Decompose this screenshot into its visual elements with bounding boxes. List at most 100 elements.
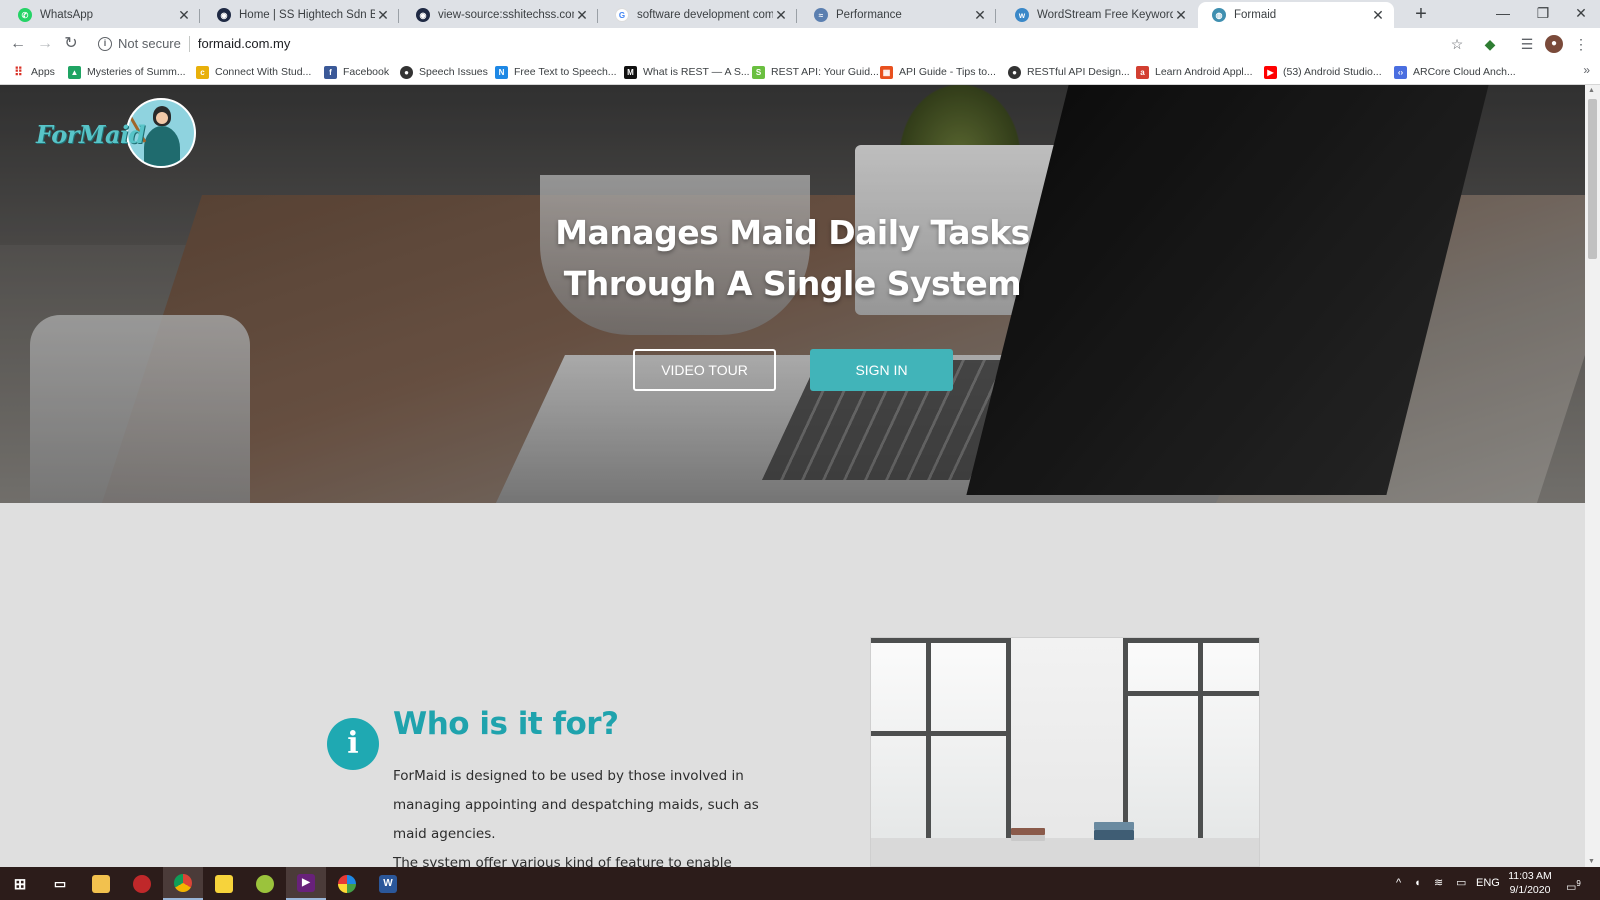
chrome-icon[interactable]	[163, 867, 203, 900]
security-status[interactable]: Not secure	[118, 36, 181, 51]
code-icon: ‹›	[1394, 65, 1407, 79]
notification-count: 9	[1576, 879, 1581, 888]
bookmark-label: Connect With Stud...	[215, 66, 312, 78]
extension-icon[interactable]: ◆	[1481, 35, 1499, 53]
menu-kebab-icon[interactable]: ⋮	[1572, 35, 1590, 53]
photos-icon[interactable]	[327, 867, 367, 900]
address-bar[interactable]: i Not secure formaid.com.my	[92, 31, 1482, 56]
battery-icon[interactable]: ▭	[1456, 867, 1466, 900]
tab-title: WordStream Free Keyword Tool	[1037, 9, 1173, 21]
profile-avatar-icon[interactable]: ●	[1545, 35, 1563, 53]
tab-google-search[interactable]: G software development company ✕	[601, 2, 797, 28]
bookmark-item[interactable]: M What is REST — A S...	[624, 64, 750, 80]
android-app-icon[interactable]	[245, 867, 285, 900]
close-icon[interactable]: ✕	[375, 7, 391, 24]
sticky-notes-icon[interactable]	[204, 867, 244, 900]
notification-icon[interactable]: ▭9	[1566, 867, 1581, 900]
visual-studio-icon[interactable]: ▶	[286, 867, 326, 900]
formaid-logo[interactable]: ForMaid	[36, 98, 196, 172]
logo-text: ForMaid	[36, 120, 145, 149]
tab-view-source[interactable]: ◉ view-source:sshitechss.com/inde ✕	[402, 2, 598, 28]
tab-formaid[interactable]: ◍ Formaid ✕	[1198, 2, 1394, 28]
close-icon[interactable]: ✕	[1370, 7, 1386, 24]
bookmark-star-icon[interactable]: ☆	[1448, 35, 1466, 53]
back-arrow-icon[interactable]: ←	[6, 32, 30, 56]
video-tour-button[interactable]: VIDEO TOUR	[633, 349, 776, 391]
close-icon[interactable]: ✕	[972, 7, 988, 24]
site-icon: ◉	[217, 8, 231, 22]
scroll-up-icon[interactable]: ▲	[1588, 87, 1595, 94]
forward-arrow-icon[interactable]: →	[33, 32, 57, 56]
chevron-up-icon[interactable]: ^	[1396, 867, 1401, 900]
tab-title: Formaid	[1234, 9, 1277, 21]
performance-icon: ≈	[814, 8, 828, 22]
globe-icon: ◍	[1212, 8, 1226, 22]
bookmark-item[interactable]: f Facebook	[324, 64, 389, 80]
task-view-icon[interactable]: ▭	[40, 867, 80, 900]
bookmark-item[interactable]: S REST API: Your Guid...	[752, 64, 879, 80]
reading-list-icon[interactable]: ☰	[1518, 35, 1536, 53]
file-explorer-icon[interactable]	[81, 867, 121, 900]
facebook-icon: f	[324, 65, 337, 79]
tab-whatsapp[interactable]: ✆ WhatsApp ✕	[4, 2, 200, 28]
tab-title: view-source:sshitechss.com/inde	[438, 9, 574, 21]
sign-in-button[interactable]: SIGN IN	[810, 349, 953, 391]
app-red-icon[interactable]	[122, 867, 162, 900]
tab-wordstream[interactable]: w WordStream Free Keyword Tool ✕	[1001, 2, 1197, 28]
bookmark-label: (53) Android Studio...	[1283, 66, 1382, 78]
bookmark-label: Facebook	[343, 66, 390, 78]
bookmark-apps[interactable]: ⠿ Apps	[12, 64, 55, 80]
bookmark-item[interactable]: ● Speech Issues	[400, 64, 488, 80]
windows-start-icon[interactable]: ⊞	[0, 867, 40, 900]
close-icon[interactable]: ✕	[574, 7, 590, 24]
tab-title: software development company	[637, 9, 773, 21]
bookmark-label: Apps	[31, 66, 55, 78]
bookmarks-bar: ⠿ Apps ▲ Mysteries of Summ... c Connect …	[0, 59, 1600, 85]
tab-ss-hightech[interactable]: ◉ Home | SS Hightech Sdn Bhd ✕	[203, 2, 399, 28]
volume-icon[interactable]: ◖	[1414, 867, 1421, 900]
new-tab-button[interactable]: +	[1410, 3, 1432, 25]
apps-grid-icon: ⠿	[14, 65, 23, 79]
scrollbar-thumb[interactable]	[1588, 99, 1597, 259]
tab-title: WhatsApp	[40, 9, 94, 21]
bookmarks-overflow-button[interactable]: »	[1583, 63, 1590, 77]
bookmark-label: Free Text to Speech...	[514, 66, 617, 78]
scroll-down-icon[interactable]: ▼	[1588, 858, 1595, 865]
google-icon: G	[615, 8, 629, 22]
bookmark-item[interactable]: ‹› ARCore Cloud Anch...	[1394, 64, 1516, 80]
word-icon[interactable]: W	[368, 867, 408, 900]
tab-strip: ✆ WhatsApp ✕ ◉ Home | SS Hightech Sdn Bh…	[0, 0, 1600, 28]
bookmark-label: API Guide - Tips to...	[899, 66, 996, 78]
hero-title: Manages Maid Daily Tasks Through A Singl…	[400, 207, 1185, 309]
close-icon[interactable]: ✕	[1173, 7, 1189, 24]
a-icon: a	[1136, 65, 1149, 79]
info-icon[interactable]: i	[98, 36, 112, 51]
tab-title: Performance	[836, 9, 902, 21]
bookmark-item[interactable]: a Learn Android Appl...	[1136, 64, 1253, 80]
window-close-button[interactable]: ✕	[1558, 0, 1600, 28]
bookmark-item[interactable]: ▲ Mysteries of Summ...	[68, 64, 186, 80]
tab-performance[interactable]: ≈ Performance ✕	[800, 2, 996, 28]
wifi-icon[interactable]: ≋	[1434, 867, 1443, 900]
medium-icon: M	[624, 65, 637, 79]
hero-section: ForMaid Manages Maid Daily Tasks Through…	[0, 85, 1585, 503]
n-icon: N	[495, 65, 508, 79]
bookmark-item[interactable]: ● RESTful API Design...	[1008, 64, 1130, 80]
whatsapp-icon: ✆	[18, 8, 32, 22]
close-icon[interactable]: ✕	[176, 7, 192, 24]
bookmark-label: Mysteries of Summ...	[87, 66, 186, 78]
bookmark-item[interactable]: c Connect With Stud...	[196, 64, 311, 80]
close-icon[interactable]: ✕	[773, 7, 789, 24]
reload-icon[interactable]: ↻	[59, 32, 83, 56]
page-scrollbar[interactable]: ▲ ▼	[1585, 85, 1600, 867]
bookmark-item[interactable]: N Free Text to Speech...	[495, 64, 617, 80]
hero-title-line: Manages Maid Daily Tasks	[555, 213, 1030, 252]
bookmark-item[interactable]: ▶ (53) Android Studio...	[1264, 64, 1382, 80]
url-text[interactable]: formaid.com.my	[198, 36, 290, 51]
page-viewport: ForMaid Manages Maid Daily Tasks Through…	[0, 85, 1585, 867]
language-indicator[interactable]: ENG	[1476, 867, 1500, 900]
bookmark-label: What is REST — A S...	[643, 66, 750, 78]
window-photo	[870, 637, 1260, 867]
bookmark-item[interactable]: ▦ API Guide - Tips to...	[880, 64, 996, 80]
system-clock[interactable]: 11:03 AM 9/1/2020	[1500, 869, 1560, 897]
